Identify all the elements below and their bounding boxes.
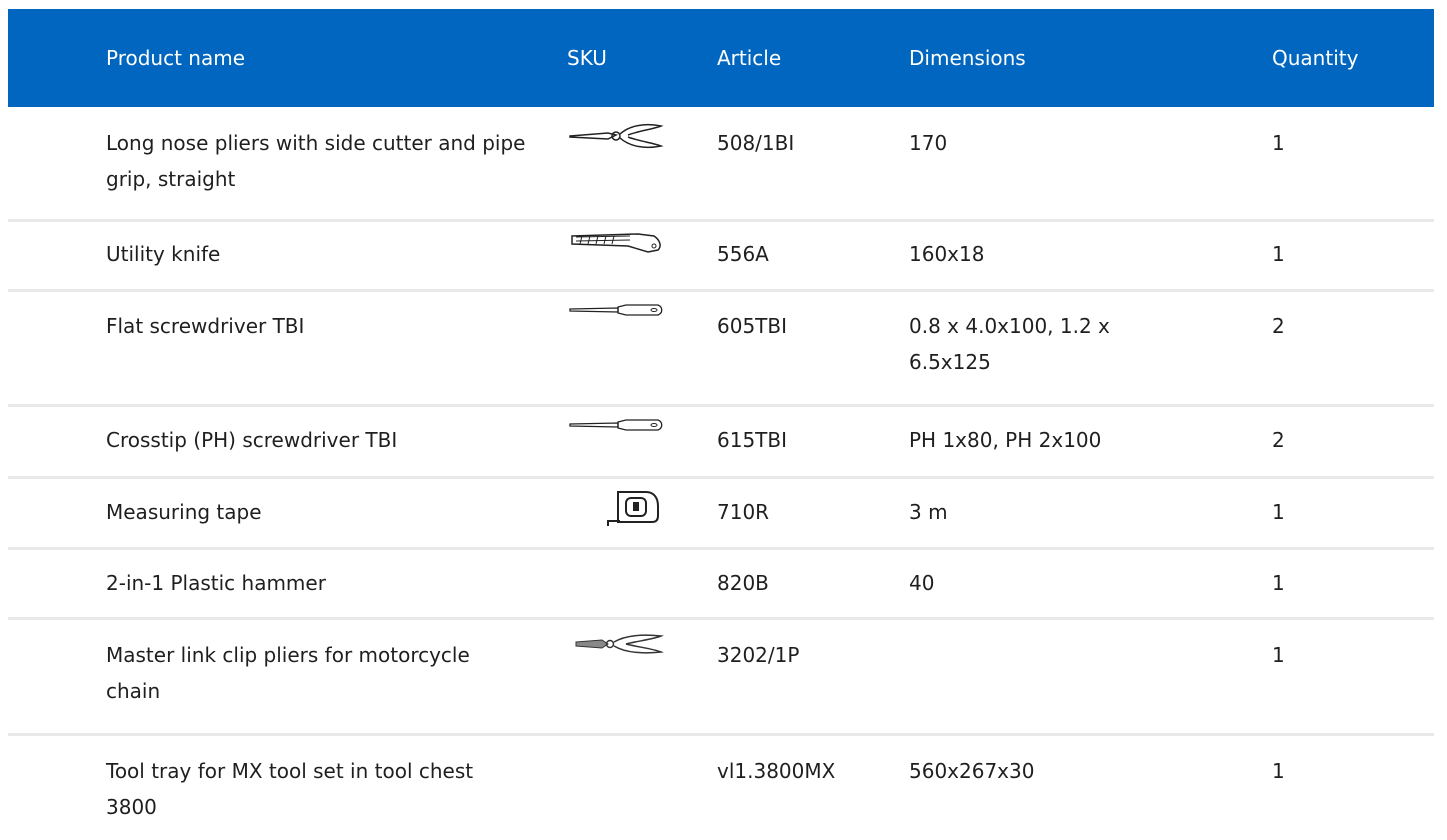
product-name-cell: Measuring tape (106, 500, 262, 524)
dimensions-cell: 560x267x30 (909, 759, 1035, 783)
dimensions-cell: 40 (909, 571, 935, 595)
measuring-tape-icon (607, 491, 659, 526)
quantity-cell: 1 (1272, 242, 1285, 266)
article-cell: 820B (717, 571, 769, 595)
utility-knife-icon (571, 233, 661, 253)
table-row: 2-in-1 Plastic hammer 820B 40 1 (8, 550, 1434, 620)
quantity-cell: 1 (1272, 643, 1285, 667)
article-cell: 3202/1P (717, 643, 800, 667)
article-cell: vl1.3800MX (717, 759, 836, 783)
article-cell: 508/1BI (717, 131, 795, 155)
table-row: Master link clip pliers for motorcycle c… (8, 620, 1434, 736)
table-row: Long nose pliers with side cutter and pi… (8, 107, 1434, 222)
article-cell: 615TBI (717, 428, 788, 452)
article-cell: 710R (717, 500, 770, 524)
dimensions-cell: PH 1x80, PH 2x100 (909, 428, 1102, 452)
header-product-name[interactable]: Product name (106, 46, 245, 70)
long-nose-pliers-icon (569, 123, 664, 149)
dimensions-cell: 160x18 (909, 242, 985, 266)
quantity-cell: 1 (1272, 131, 1285, 155)
table-header: Product name SKU Article Dimensions Quan… (8, 9, 1434, 107)
crosstip-screwdriver-icon (569, 419, 663, 431)
product-name-cell: 2-in-1 Plastic hammer (106, 571, 326, 595)
quantity-cell: 1 (1272, 500, 1285, 524)
quantity-cell: 1 (1272, 759, 1285, 783)
article-cell: 556A (717, 242, 769, 266)
quantity-cell: 1 (1272, 571, 1285, 595)
flat-screwdriver-icon (569, 304, 663, 316)
quantity-cell: 2 (1272, 428, 1285, 452)
table-row: Crosstip (PH) screwdriver TBI 615TBI PH … (8, 407, 1434, 479)
header-quantity[interactable]: Quantity (1272, 46, 1358, 70)
table-row: Flat screwdriver TBI 605TBI 0.8 x 4.0x10… (8, 292, 1434, 407)
dimensions-cell: 0.8 x 4.0x100, 1.2 x 6.5x125 (909, 314, 1110, 374)
product-name-cell: Long nose pliers with side cutter and pi… (106, 131, 526, 191)
product-table: Product name SKU Article Dimensions Quan… (8, 9, 1434, 840)
quantity-cell: 2 (1272, 314, 1285, 338)
product-name-cell: Tool tray for MX tool set in tool chest … (106, 759, 474, 819)
header-sku[interactable]: SKU (567, 46, 607, 70)
article-cell: 605TBI (717, 314, 788, 338)
table-row: Utility knife 556A 160x18 1 (8, 222, 1434, 292)
header-article[interactable]: Article (717, 46, 781, 70)
table-row: Measuring tape 710R 3 m 1 (8, 479, 1434, 550)
product-name-cell: Crosstip (PH) screwdriver TBI (106, 428, 398, 452)
table-row: Tool tray for MX tool set in tool chest … (8, 736, 1434, 840)
product-name-cell: Flat screwdriver TBI (106, 314, 305, 338)
product-name-cell: Master link clip pliers for motorcycle c… (106, 643, 470, 703)
product-name-cell: Utility knife (106, 242, 221, 266)
dimensions-cell: 3 m (909, 500, 948, 524)
master-link-pliers-icon (575, 634, 664, 654)
dimensions-cell: 170 (909, 131, 948, 155)
header-dimensions[interactable]: Dimensions (909, 46, 1026, 70)
